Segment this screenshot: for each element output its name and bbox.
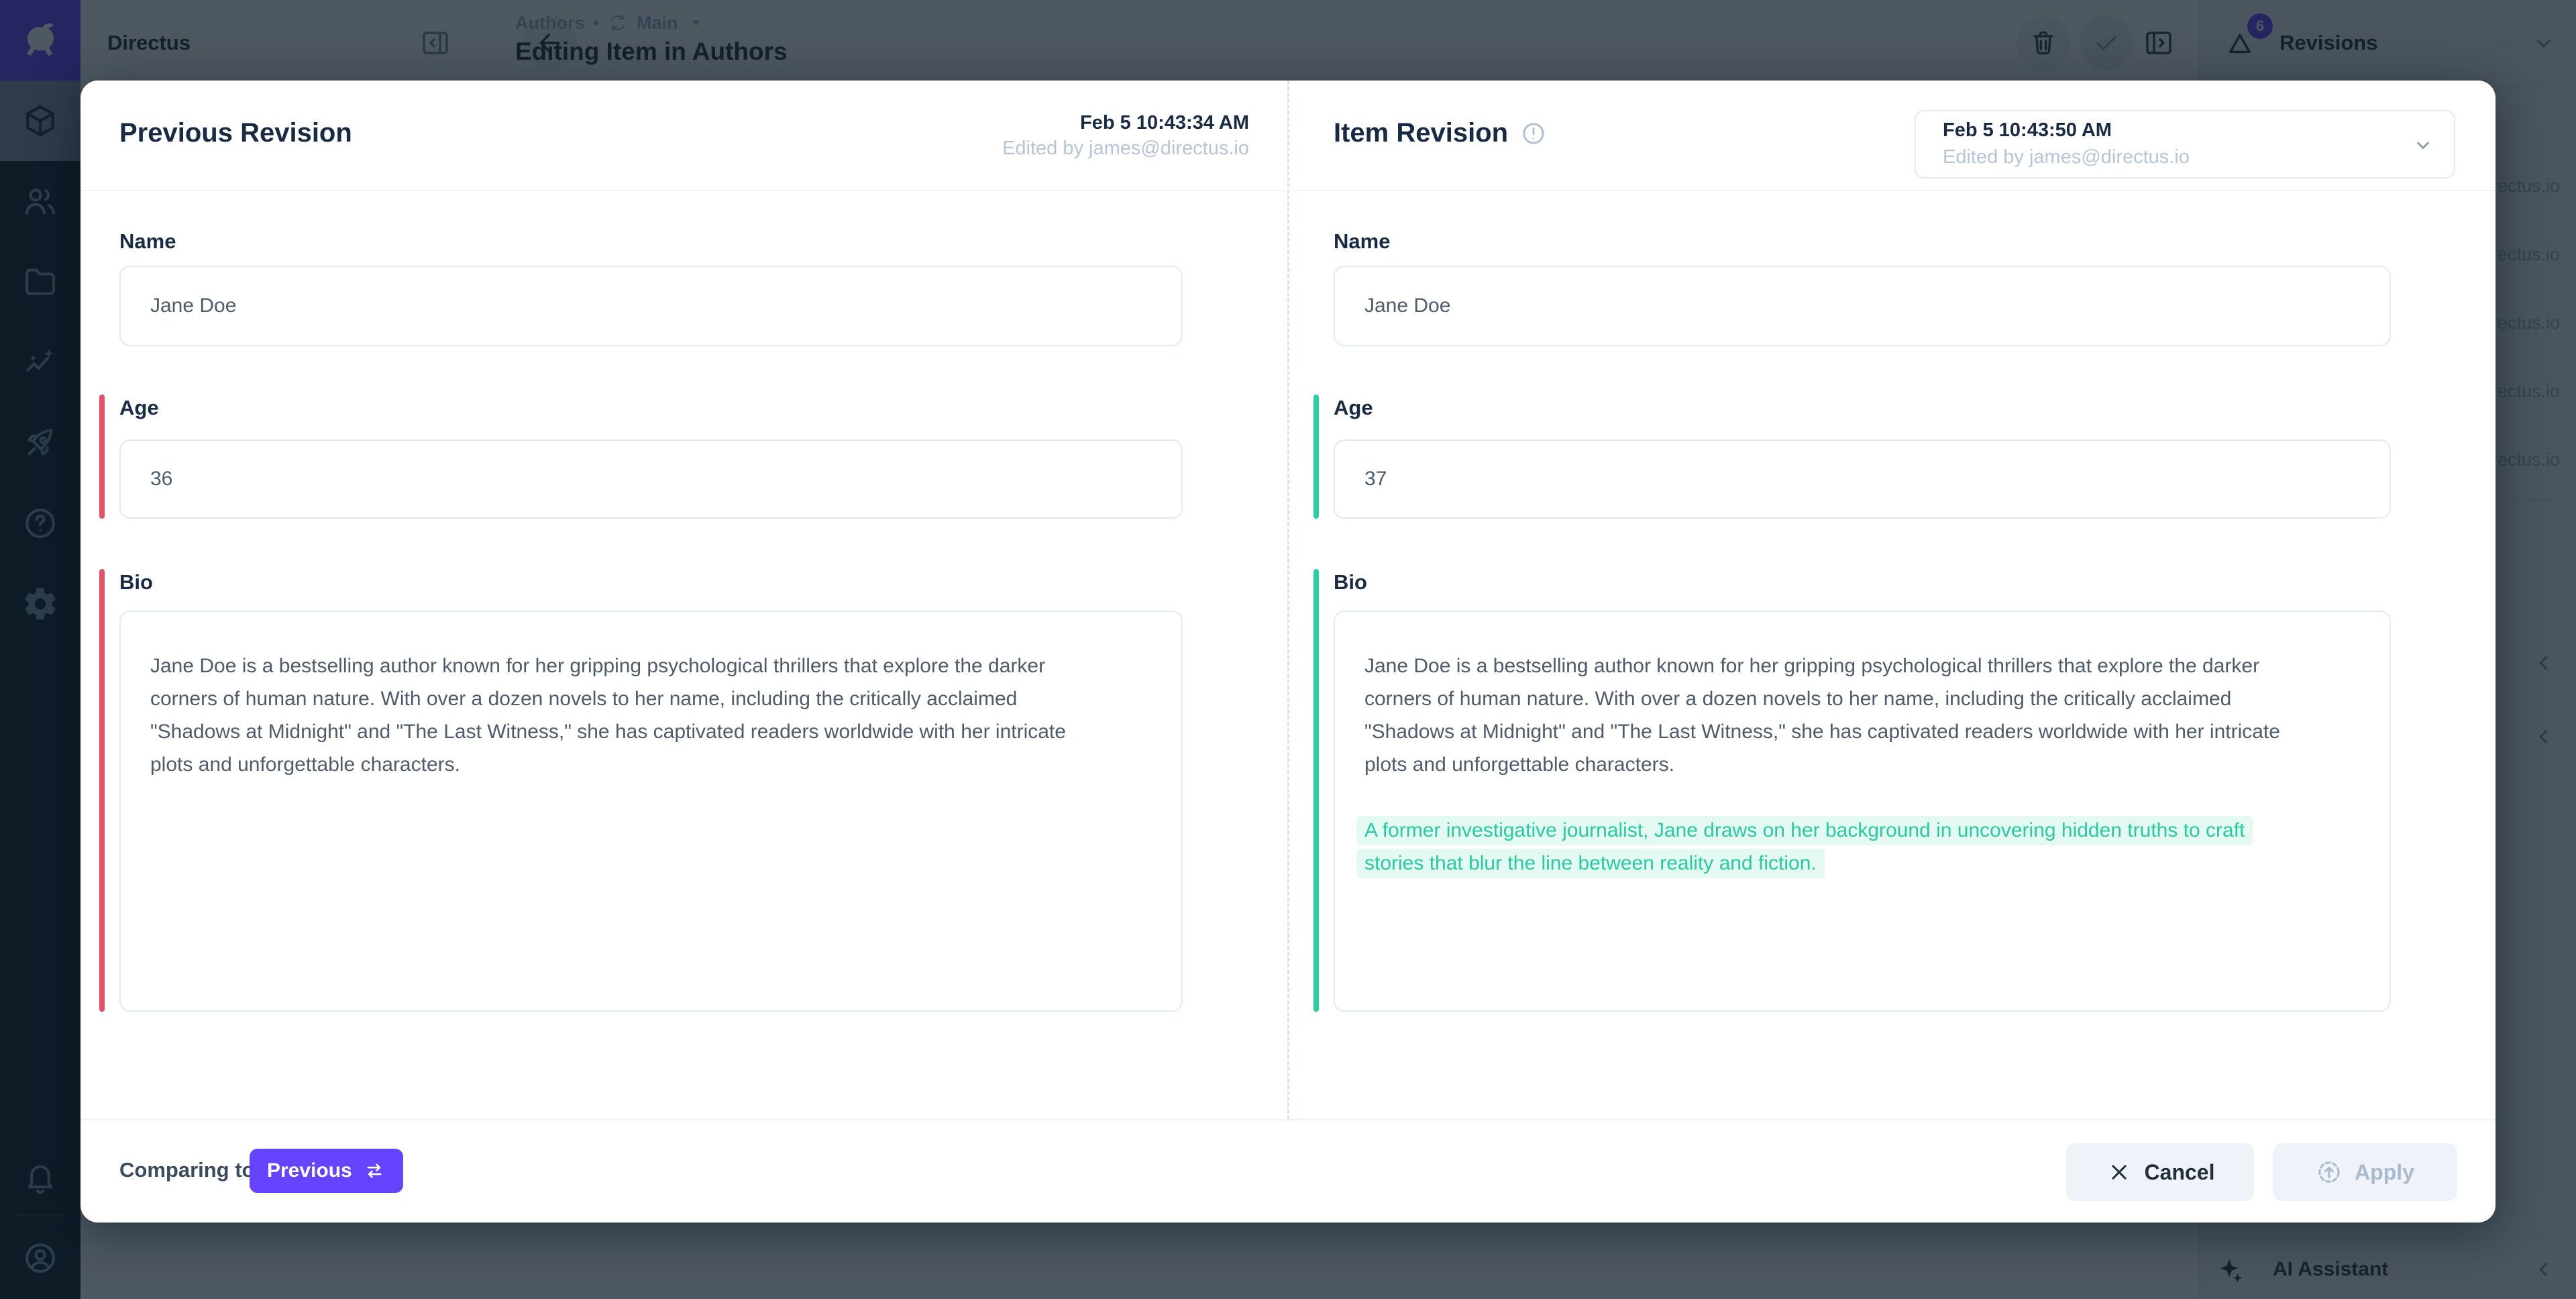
apply-button-label: Apply [2355, 1160, 2414, 1185]
header-divider [80, 190, 2496, 191]
bio-line: "Shadows at Midnight" and "The Last Witn… [150, 715, 1152, 748]
previous-bio-changed-bar [99, 569, 105, 1012]
item-bio-changed-bar [1313, 569, 1319, 1012]
previous-age-label: Age [119, 396, 159, 420]
chevron-down-icon [2411, 133, 2435, 157]
item-bio-textarea[interactable]: Jane Doe is a bestselling author known f… [1334, 611, 2391, 1012]
item-age-changed-bar [1313, 395, 1319, 519]
info-icon [1520, 120, 1547, 147]
item-name-value: Jane Doe [1364, 295, 1450, 317]
footer-divider [80, 1119, 2496, 1121]
apply-button[interactable]: Apply [2273, 1143, 2457, 1201]
bio-added-line: stories that blur the line between reali… [1364, 847, 2360, 880]
bio-line: "Shadows at Midnight" and "The Last Witn… [1364, 715, 2360, 748]
item-age-value: 37 [1364, 468, 1387, 490]
column-divider [1287, 81, 1289, 1119]
dropdown-timestamp: Feb 5 10:43:50 AM [1943, 119, 2112, 142]
previous-revision-edited-by: Edited by james@directus.io [1002, 136, 1249, 161]
bio-added-line: A former investigative journalist, Jane … [1364, 814, 2360, 847]
close-icon [2106, 1159, 2133, 1186]
previous-age-input[interactable]: 36 [119, 439, 1183, 519]
previous-name-input[interactable]: Jane Doe [119, 266, 1183, 346]
previous-age-changed-bar [99, 395, 105, 519]
cancel-button-label: Cancel [2145, 1160, 2215, 1185]
previous-name-label: Name [119, 229, 176, 254]
bio-line: Jane Doe is a bestselling author known f… [150, 650, 1152, 682]
previous-revision-title-text: Previous Revision [119, 118, 352, 148]
bio-line: plots and unforgettable characters. [1364, 748, 2360, 781]
bio-line: corners of human nature. With over a doz… [150, 682, 1152, 715]
item-revision-title-text: Item Revision [1334, 118, 1508, 148]
apply-upload-icon [2316, 1159, 2343, 1186]
app-window: Directus Authors • Main Editing Item in … [0, 0, 2576, 1299]
previous-revision-title: Previous Revision [119, 118, 352, 148]
previous-bio-label: Bio [119, 570, 153, 594]
compare-target-text: Previous [267, 1159, 352, 1182]
item-age-label: Age [1334, 396, 1373, 420]
previous-name-value: Jane Doe [150, 295, 236, 317]
revision-compare-modal: Previous Revision Feb 5 10:43:34 AM Edit… [80, 81, 2496, 1223]
previous-age-value: 36 [150, 468, 172, 490]
revision-select-dropdown[interactable]: Feb 5 10:43:50 AM Edited by james@direct… [1915, 110, 2455, 178]
swap-icon [363, 1159, 386, 1182]
cancel-button[interactable]: Cancel [2066, 1143, 2254, 1201]
previous-revision-meta: Feb 5 10:43:34 AM Edited by james@direct… [1002, 110, 1249, 161]
item-revision-title: Item Revision [1334, 118, 1547, 148]
item-name-label: Name [1334, 229, 1390, 254]
item-name-input[interactable]: Jane Doe [1334, 266, 2391, 346]
compare-target-button[interactable]: Previous [250, 1149, 403, 1193]
item-bio-label: Bio [1334, 570, 1367, 594]
bio-line: corners of human nature. With over a doz… [1364, 682, 2360, 715]
dropdown-edited-by: Edited by james@directus.io [1943, 146, 2190, 168]
previous-bio-textarea[interactable]: Jane Doe is a bestselling author known f… [119, 611, 1183, 1012]
bio-line: Jane Doe is a bestselling author known f… [1364, 650, 2360, 682]
item-age-input[interactable]: 37 [1334, 439, 2391, 519]
bio-blank-line [1364, 781, 2360, 814]
comparing-to-label: Comparing to [119, 1157, 255, 1184]
previous-revision-timestamp: Feb 5 10:43:34 AM [1002, 110, 1249, 136]
bio-line: plots and unforgettable characters. [150, 748, 1152, 781]
